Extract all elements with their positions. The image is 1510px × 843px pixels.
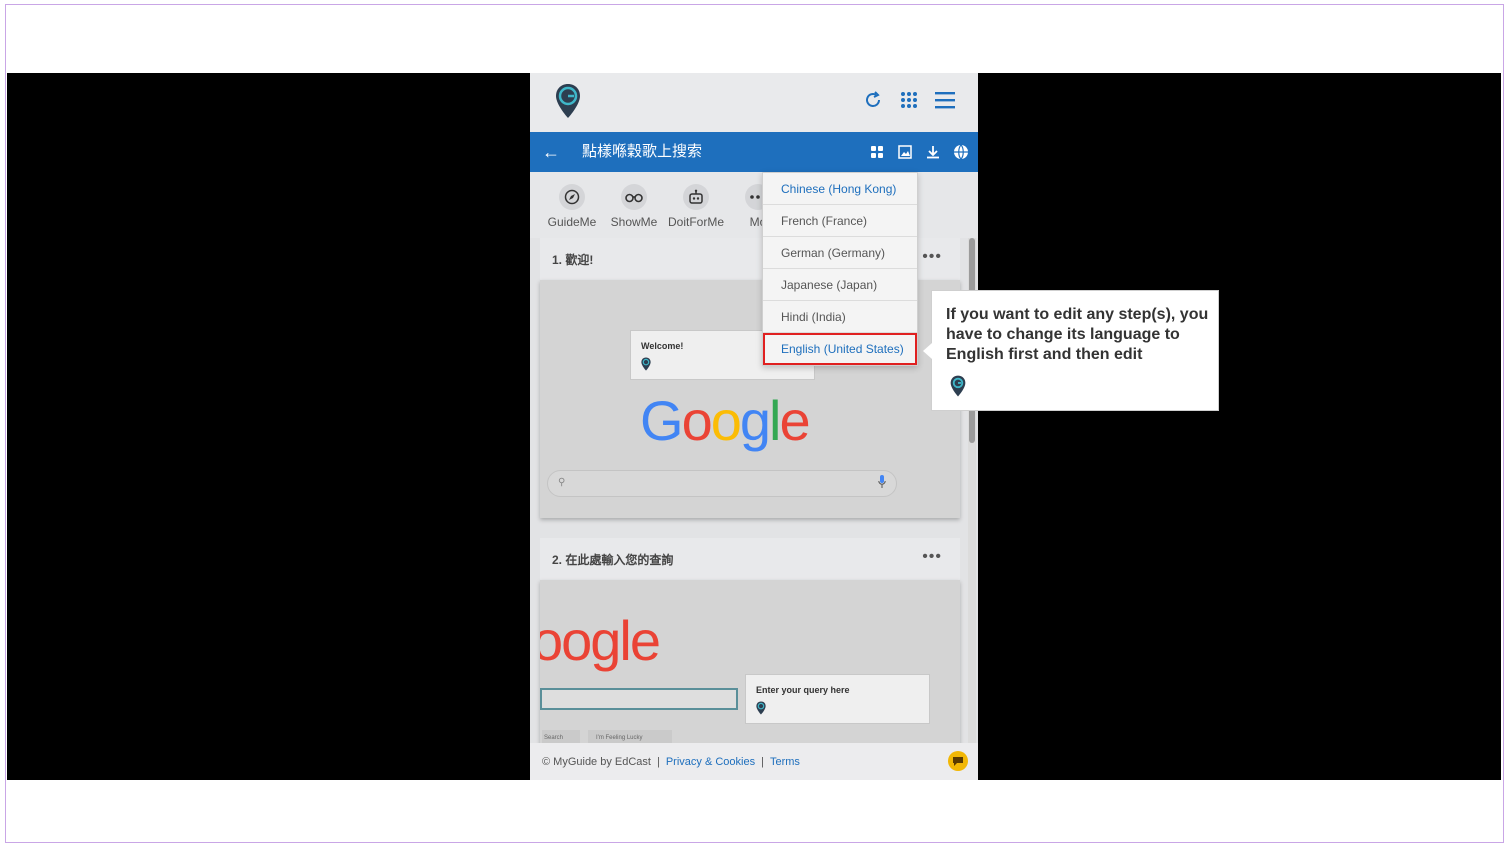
footer-separator: | <box>761 755 764 768</box>
mode-label: GuideMe <box>547 215 597 229</box>
search-input-preview <box>540 688 738 710</box>
search-bar-preview: ⚲ <box>547 470 897 497</box>
mode-label: DoitForMe <box>667 215 724 229</box>
video-area: ← 點樣喺穀歌上搜索 GuideMe ShowMe DoitForMe Mo 1… <box>7 73 1501 780</box>
step-title: 2. 在此處輸入您的查詢 <box>552 552 674 567</box>
terms-link[interactable]: Terms <box>770 756 800 768</box>
step-screenshot: oogle Enter your query here Search I'm F… <box>540 580 960 750</box>
tooltip-text: Enter your query here <box>756 685 850 695</box>
language-option-english-us[interactable]: English (United States) <box>763 333 917 365</box>
myguide-pin-icon <box>756 701 919 717</box>
robot-icon <box>683 184 709 210</box>
google-logo: oogle <box>540 609 661 672</box>
panel-header <box>530 73 978 132</box>
panel-footer: © MyGuide by EdCast | Privacy & Cookies … <box>530 743 978 780</box>
callout-text: If you want to edit any step(s), you hav… <box>946 306 1209 363</box>
tutorial-callout: If you want to edit any step(s), you hav… <box>923 290 1219 411</box>
compass-icon <box>559 184 585 210</box>
language-option-hindi[interactable]: Hindi (India) <box>763 301 917 333</box>
image-icon[interactable] <box>896 142 914 162</box>
mic-icon <box>878 475 886 494</box>
privacy-link[interactable]: Privacy & Cookies <box>666 756 755 768</box>
refresh-icon[interactable] <box>862 89 884 111</box>
language-option-chinese-hk[interactable]: Chinese (Hong Kong) <box>763 173 917 205</box>
grid-view-icon[interactable] <box>868 142 886 162</box>
mode-label: ShowMe <box>610 215 658 229</box>
language-option-japanese[interactable]: Japanese (Japan) <box>763 269 917 301</box>
copyright-text: © MyGuide by EdCast <box>542 755 651 768</box>
guide-title-bar: ← 點樣喺穀歌上搜索 <box>530 132 978 172</box>
google-logo: Google <box>640 389 811 452</box>
mode-doitforme[interactable]: DoitForMe <box>664 184 728 229</box>
binoculars-icon <box>621 184 647 210</box>
myguide-pin-icon <box>950 375 966 402</box>
apps-grid-icon[interactable] <box>898 89 920 111</box>
language-dropdown: Chinese (Hong Kong) French (France) Germ… <box>762 172 918 366</box>
myguide-pin-icon[interactable] <box>555 83 581 124</box>
step-options-icon[interactable]: ••• <box>922 248 942 266</box>
language-option-german[interactable]: German (Germany) <box>763 237 917 269</box>
arrow-left-icon[interactable]: ← <box>542 141 562 163</box>
search-icon: ⚲ <box>558 477 566 488</box>
chat-icon[interactable] <box>948 751 968 771</box>
step-options-icon[interactable]: ••• <box>922 548 942 566</box>
step-card[interactable]: 2. 在此處輸入您的查詢 ••• oogle Enter your query … <box>540 538 960 750</box>
hamburger-menu-icon[interactable] <box>934 89 956 111</box>
mode-guideme[interactable]: GuideMe <box>540 184 604 229</box>
tooltip-preview: Enter your query here <box>745 674 930 724</box>
guide-title: 點樣喺穀歌上搜索 <box>582 143 703 160</box>
footer-separator: | <box>656 755 660 768</box>
tooltip-text: Welcome! <box>641 341 684 351</box>
download-icon[interactable] <box>924 142 942 162</box>
mode-showme[interactable]: ShowMe <box>602 184 666 229</box>
language-option-french[interactable]: French (France) <box>763 205 917 237</box>
language-globe-icon[interactable] <box>952 142 970 162</box>
